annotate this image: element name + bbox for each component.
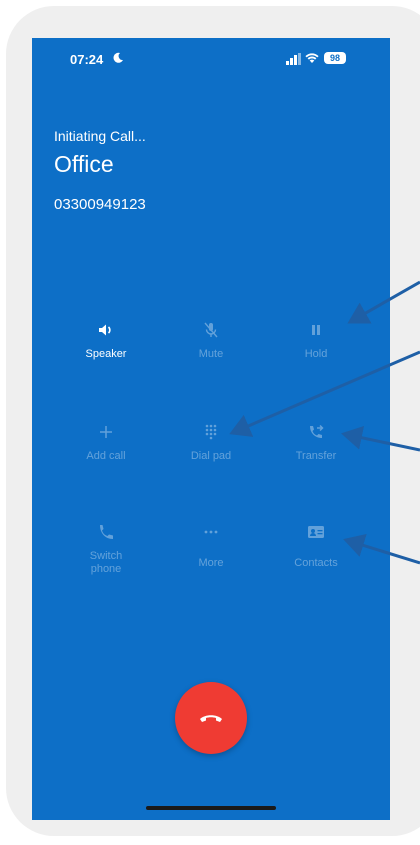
signal-icon bbox=[286, 53, 302, 68]
switch-phone-button[interactable]: Switch phone bbox=[61, 522, 151, 576]
transfer-icon bbox=[310, 424, 324, 438]
hold-button[interactable]: Hold bbox=[271, 320, 361, 361]
dial-pad-button[interactable]: Dial pad bbox=[166, 422, 256, 463]
mute-label: Mute bbox=[198, 348, 224, 360]
battery-indicator: 98 bbox=[324, 52, 346, 64]
moon-icon bbox=[113, 52, 123, 63]
call-screen: 07:24 98 Initiating Call... Office 03300… bbox=[32, 38, 390, 820]
dialpad-icon bbox=[205, 424, 217, 440]
contacts-icon bbox=[308, 526, 324, 538]
home-indicator bbox=[146, 806, 276, 810]
more-button[interactable]: More bbox=[166, 522, 256, 570]
more-label: More bbox=[198, 557, 224, 569]
hold-label: Hold bbox=[304, 348, 328, 360]
contacts-button[interactable]: Contacts bbox=[271, 522, 361, 570]
phone-icon bbox=[100, 525, 113, 539]
more-icon bbox=[204, 530, 218, 534]
status-bar: 07:24 98 bbox=[32, 38, 390, 86]
end-call-icon bbox=[200, 715, 222, 722]
pause-icon bbox=[312, 325, 320, 335]
contact-name: Office bbox=[54, 151, 114, 177]
status-time: 07:24 bbox=[70, 52, 104, 67]
speaker-label: Speaker bbox=[85, 348, 127, 360]
mic-off-icon bbox=[204, 322, 218, 338]
end-call-button[interactable] bbox=[175, 682, 247, 754]
speaker-icon bbox=[99, 324, 111, 336]
dial-pad-label: Dial pad bbox=[190, 450, 232, 462]
transfer-label: Transfer bbox=[295, 450, 337, 462]
switch-phone-label: Switch phone bbox=[89, 550, 123, 575]
wifi-icon bbox=[305, 53, 319, 63]
plus-icon bbox=[100, 426, 112, 438]
contacts-label: Contacts bbox=[294, 557, 338, 569]
speaker-button[interactable]: Speaker bbox=[61, 320, 151, 361]
mute-button[interactable]: Mute bbox=[166, 320, 256, 361]
transfer-button[interactable]: Transfer bbox=[271, 422, 361, 463]
call-status: Initiating Call... bbox=[54, 128, 146, 144]
add-call-label: Add call bbox=[86, 450, 126, 462]
phone-number: 03300949123 bbox=[54, 196, 146, 213]
add-call-button[interactable]: Add call bbox=[61, 422, 151, 463]
